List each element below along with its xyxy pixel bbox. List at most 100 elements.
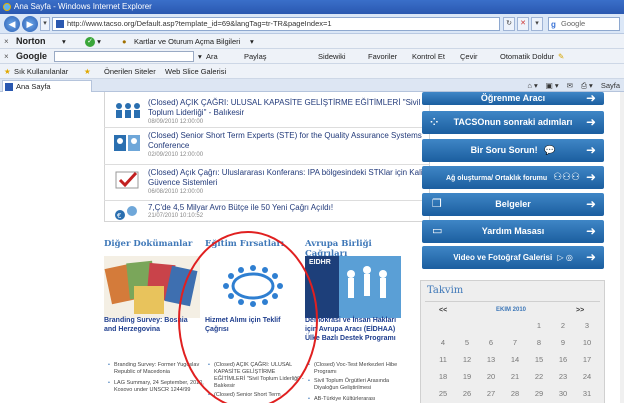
wrench-icon[interactable]: ✎ [558,49,564,63]
calendar-day[interactable]: 26 [455,389,479,398]
norton-dropdown-icon[interactable]: ▾ [62,34,66,48]
list-item[interactable]: (Closed) Voc-Test Merkezleri Hibe Progra… [308,362,408,376]
norton-status[interactable]: ✓ ▾ [85,34,101,48]
calendar-day[interactable]: 8 [527,338,551,347]
calendar-day[interactable]: 31 [575,389,599,398]
check-button[interactable]: Kontrol Et [412,49,445,63]
forward-button[interactable]: ▶ [22,16,38,32]
calendar-day[interactable]: 10 [575,338,599,347]
calendar-day[interactable]: 28 [503,389,527,398]
calendar-day[interactable]: 14 [503,355,527,364]
ask-question-button[interactable]: Bir Soru Sorun! 💬 ➜ [422,139,604,162]
google-search-dropdown-icon[interactable]: ▾ [198,49,202,63]
close-google-toolbar-icon[interactable]: × [4,49,9,63]
close-toolbar-icon[interactable]: × [4,34,9,48]
announcement-title[interactable]: 7,Ç'de 4,5 Milyar Avro Bütçe ile 50 Yeni… [148,203,433,213]
add-favorite-icon[interactable]: ★ [84,64,91,78]
calendar-day[interactable]: 6 [479,338,503,347]
calendar-day[interactable]: 16 [551,355,575,364]
favorites-label[interactable]: Sık Kullanılanlar [14,64,68,78]
favorites-button[interactable]: Favoriler [368,49,397,63]
calendar-day[interactable]: 5 [455,338,479,347]
calendar-day[interactable]: 29 [527,389,551,398]
learning-tool-button[interactable]: Öğrenme Aracı ➜ [422,92,604,105]
search-dropdown-icon[interactable]: ▾ [531,17,543,31]
calendar-day[interactable]: 3 [575,321,599,330]
calendar-day[interactable]: 27 [479,389,503,398]
calendar-day[interactable]: 25 [431,389,455,398]
scrollbar[interactable] [620,92,624,403]
translate-button[interactable]: Çevir [460,49,478,63]
svg-text:€: € [117,212,121,220]
command-bar: ⌂ ▾ ▣ ▾ ✉ ⎙ ▾ Sayfa [527,80,620,91]
experts-icon [114,135,140,151]
calendar-day[interactable]: 21 [503,372,527,381]
url-field[interactable]: http://www.tacso.org/Default.asp?templat… [52,17,500,31]
section-heading-documents[interactable]: Diğer Dokümanlar [104,239,200,249]
announcement-title[interactable]: (Closed) Açık Çağrı: Uluslararası Konfer… [148,168,433,188]
print-icon[interactable]: ⎙ ▾ [581,80,593,91]
calendar-day[interactable]: 13 [479,355,503,364]
calendar-day[interactable]: 1 [527,321,551,330]
help-desk-button[interactable]: ▭ Yardım Masası ➜ [422,220,604,243]
search-input[interactable]: g Google [548,17,620,31]
page-icon [56,20,64,28]
norton-cards-button[interactable]: Kartlar ve Oturum Açma Bilgileri [134,34,240,48]
stop-icon[interactable]: ✕ [517,17,529,31]
calendar-day[interactable]: 18 [431,372,455,381]
calendar-day[interactable]: 11 [431,355,455,364]
calendar-day[interactable]: 23 [551,372,575,381]
norton-cards-dropdown-icon[interactable]: ▾ [250,34,254,48]
google-search-input[interactable] [54,51,194,62]
star-icon: ★ [4,67,11,76]
announcement-title[interactable]: (Closed) AÇIK ÇAĞRI: ULUSAL KAPASİTE GEL… [148,98,433,118]
calendar-day[interactable]: 9 [551,338,575,347]
calendar-day[interactable]: 15 [527,355,551,364]
tab-ana-sayfa[interactable]: Ana Sayfa [2,80,92,92]
check-icon: ✓ [85,37,95,48]
ie-logo-icon [3,3,11,11]
window-titlebar: Ana Sayfa - Windows Internet Explorer [0,0,624,14]
list-item[interactable]: LAG Summary, 24 September, 2010, Kosovo … [108,380,208,394]
sidewiki-button[interactable]: Sidewiki [318,49,346,63]
web-slice-link[interactable]: Web Slice Galerisi [165,64,226,78]
networking-forum-button[interactable]: Ağ oluşturma/ Ortaklık forumu ⚇⚇⚇ ➜ [422,166,604,189]
page-menu[interactable]: Sayfa [601,80,620,91]
refresh-icon[interactable]: ↻ [503,17,515,31]
autofill-button[interactable]: Otomatik Doldur [500,49,554,63]
calendar-day[interactable]: 12 [455,355,479,364]
calendar-day[interactable]: 24 [575,372,599,381]
google-search-button[interactable]: Ara [206,49,218,63]
norton-toolbar: × Norton ▾ ✓ ▾ ● Kartlar ve Oturum Açma … [0,34,624,49]
calendar-day[interactable]: 17 [575,355,599,364]
mail-icon[interactable]: ✉ [567,80,573,91]
calendar-day[interactable]: 4 [431,338,455,347]
list-item[interactable]: Sivil Toplum Örgütleri Arasında Diyaloğu… [308,378,408,392]
announcement-title[interactable]: (Closed) Senior Short Term Experts (STE)… [148,131,433,151]
highlight-circle [178,231,318,403]
calendar-day[interactable]: 20 [479,372,503,381]
suggested-sites-link[interactable]: Önerilen Siteler [104,64,156,78]
share-button[interactable]: Paylaş [244,49,267,63]
recent-pages-dropdown[interactable]: ▾ [40,17,50,31]
feeds-icon[interactable]: ▣ ▾ [546,80,559,91]
back-button[interactable]: ◀ [4,16,20,32]
speech-bubble-icon: 💬 [544,145,556,155]
calendar-prev-button[interactable]: << [439,307,447,314]
norton-brand[interactable]: Norton [16,34,46,48]
eidhr-label: EIDHR [309,259,331,266]
calendar-day[interactable]: 2 [551,321,575,330]
gallery-button[interactable]: Video ve Fotoğraf Galerisi ▷ ◎ ➜ [422,246,604,269]
list-item[interactable]: AB-Türkiye Kültürlerarası [308,396,408,403]
google-brand: Google [16,51,47,61]
documents-button[interactable]: ❒ Belgeler ➜ [422,193,604,216]
calendar-day[interactable]: 30 [551,389,575,398]
calendar-day[interactable]: 19 [455,372,479,381]
next-steps-button[interactable]: ⁘ TACSOnun sonraki adımları ➜ [422,111,604,134]
calendar-day[interactable]: 7 [503,338,527,347]
calendar-day[interactable]: 22 [527,372,551,381]
home-icon[interactable]: ⌂ ▾ [527,80,537,91]
calendar-next-button[interactable]: >> [576,307,584,314]
people-outline-icon: ⚇⚇⚇ [553,172,580,183]
eu-calls-title[interactable]: Demokrasi ve İnsan Hakları için Avrupa A… [305,316,401,343]
